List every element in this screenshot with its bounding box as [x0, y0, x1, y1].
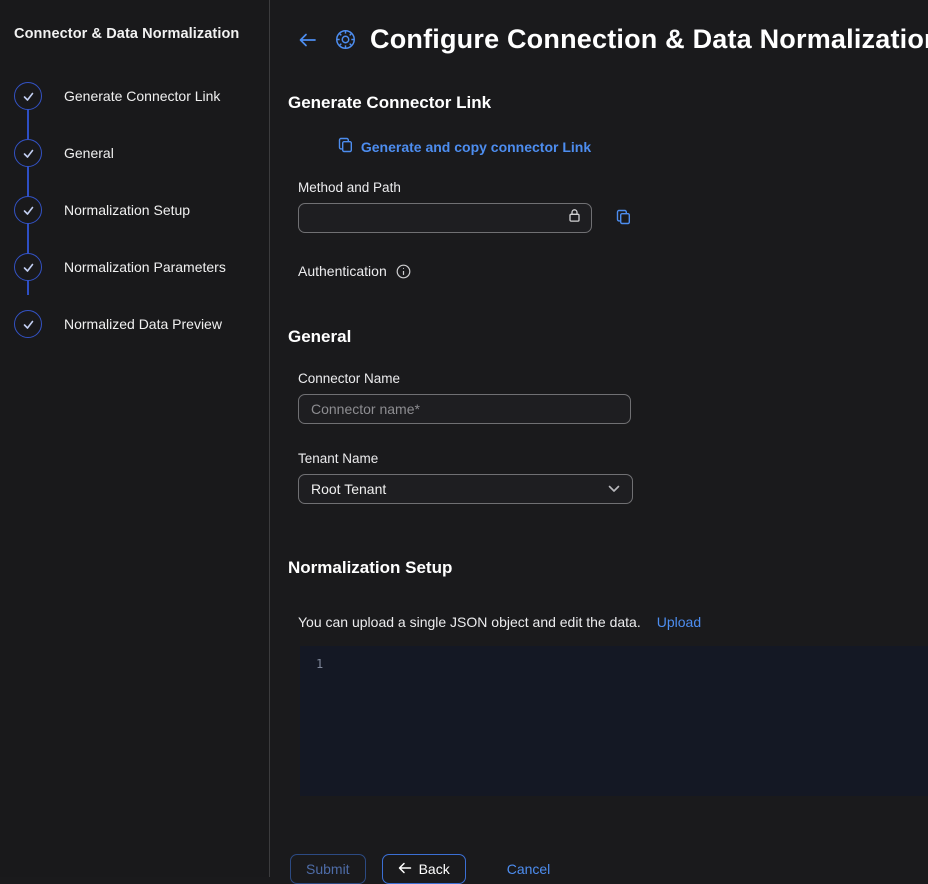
lock-icon [568, 208, 581, 228]
copy-icon [338, 137, 353, 156]
step-normalization-parameters[interactable]: Normalization Parameters [14, 253, 269, 281]
step-label: Generate Connector Link [64, 88, 220, 104]
method-path-label: Method and Path [298, 180, 631, 195]
sidebar-title: Connector & Data Normalization [0, 0, 269, 42]
editor-line-number: 1 [316, 657, 323, 671]
generate-copy-connector-link-button[interactable]: Generate and copy connector Link [338, 137, 591, 156]
footer-actions: Submit Back Cancel [288, 854, 928, 884]
back-button[interactable]: Back [382, 854, 466, 884]
chevron-down-icon [608, 480, 620, 498]
connector-gear-icon [333, 27, 358, 52]
section-heading-general: General [288, 327, 928, 347]
step-complete-check-icon [14, 82, 42, 110]
wizard-stepper: Generate Connector Link General Normaliz… [14, 82, 269, 338]
page-title: Configure Connection & Data Normalizatio… [370, 24, 928, 55]
step-label: Normalization Setup [64, 202, 190, 218]
info-icon[interactable] [396, 264, 411, 279]
tenant-name-select[interactable]: Root Tenant [298, 474, 633, 504]
step-complete-check-icon [14, 139, 42, 167]
app-root: Connector & Data Normalization Generate … [0, 0, 928, 877]
section-heading-generate: Generate Connector Link [288, 93, 928, 113]
page-header: Configure Connection & Data Normalizatio… [270, 0, 928, 55]
step-complete-check-icon [14, 253, 42, 281]
step-normalized-data-preview[interactable]: Normalized Data Preview [14, 310, 269, 338]
generate-link-row: Generate and copy connector Link [298, 137, 631, 156]
section-heading-normalization: Normalization Setup [288, 558, 928, 578]
authentication-row: Authentication [298, 263, 631, 279]
main-content: Configure Connection & Data Normalizatio… [270, 0, 928, 877]
copy-method-path-button[interactable] [616, 209, 631, 228]
authentication-label: Authentication [298, 263, 387, 279]
sidebar: Connector & Data Normalization Generate … [0, 0, 270, 877]
submit-button[interactable]: Submit [290, 854, 366, 884]
upload-hint-text: You can upload a single JSON object and … [298, 614, 641, 630]
step-complete-check-icon [14, 310, 42, 338]
tenant-name-label: Tenant Name [298, 451, 631, 466]
back-button-label: Back [419, 861, 450, 877]
connector-name-label: Connector Name [298, 371, 631, 386]
method-path-input-wrapper [298, 203, 592, 233]
copy-icon [616, 209, 631, 228]
back-arrow-button[interactable] [298, 32, 317, 48]
step-normalization-setup[interactable]: Normalization Setup [14, 196, 269, 224]
method-path-input[interactable] [309, 209, 568, 227]
step-general[interactable]: General [14, 139, 269, 167]
tenant-selected-value: Root Tenant [311, 481, 386, 497]
connector-name-input[interactable] [309, 400, 620, 418]
step-generate-connector-link[interactable]: Generate Connector Link [14, 82, 269, 110]
step-label: Normalized Data Preview [64, 316, 222, 332]
back-arrow-icon [398, 861, 412, 877]
json-editor[interactable]: 1 [300, 646, 928, 796]
cancel-button[interactable]: Cancel [492, 855, 566, 883]
connector-name-input-wrapper [298, 394, 631, 424]
upload-link[interactable]: Upload [657, 614, 701, 630]
generate-copy-link-label: Generate and copy connector Link [361, 139, 591, 155]
form-content: Generate Connector Link Generate and cop… [270, 93, 928, 884]
upload-hint-row: You can upload a single JSON object and … [298, 614, 928, 630]
method-path-row [298, 203, 631, 233]
step-label: Normalization Parameters [64, 259, 226, 275]
step-complete-check-icon [14, 196, 42, 224]
step-label: General [64, 145, 114, 161]
